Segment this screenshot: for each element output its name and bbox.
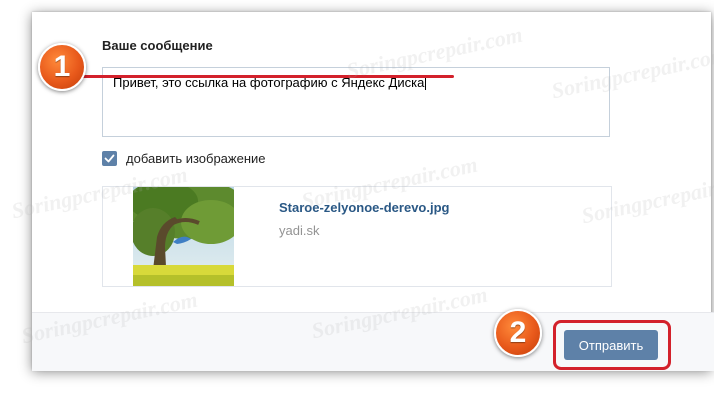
file-name-link[interactable]: Staroe-zelyonoe-derevo.jpg — [279, 200, 449, 215]
add-image-checkbox[interactable] — [102, 151, 117, 166]
screenshot-canvas: Ваше сообщение Привет, это ссылка на фот… — [0, 0, 714, 404]
step-2-marker: 2 — [494, 309, 542, 357]
send-button-highlight — [553, 320, 671, 370]
attachment-card[interactable]: Staroe-zelyonoe-derevo.jpg yadi.sk — [102, 186, 612, 287]
tree-photo-image — [133, 187, 234, 286]
step-1-marker: 1 — [38, 43, 86, 91]
checkmark-icon — [104, 154, 115, 163]
image-thumbnail[interactable] — [133, 187, 234, 286]
add-image-label[interactable]: добавить изображение — [126, 151, 266, 166]
message-label: Ваше сообщение — [102, 38, 213, 53]
message-dialog: Ваше сообщение Привет, это ссылка на фот… — [32, 12, 714, 371]
file-domain: yadi.sk — [279, 223, 320, 238]
message-underline-annotation — [64, 75, 454, 78]
